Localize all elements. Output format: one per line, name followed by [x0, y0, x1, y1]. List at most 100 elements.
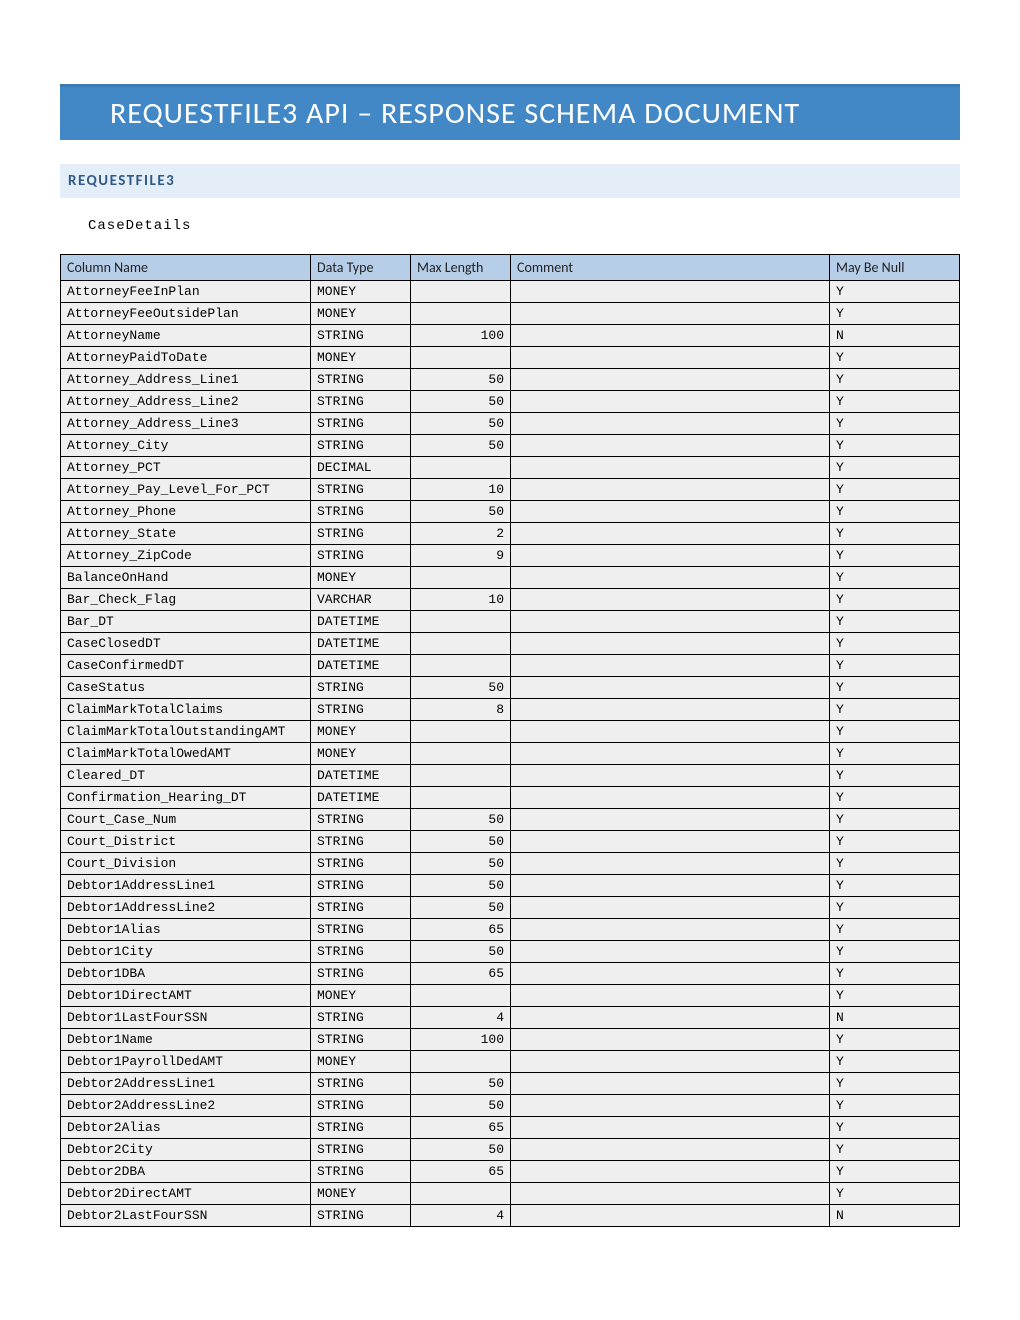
cell-data-type: DATETIME [311, 633, 411, 655]
cell-comment [511, 281, 830, 303]
table-row: Attorney_Address_Line2STRING50Y [61, 391, 960, 413]
table-row: Debtor1LastFourSSNSTRING4N [61, 1007, 960, 1029]
cell-max-length [411, 457, 511, 479]
cell-comment [511, 457, 830, 479]
cell-max-length [411, 633, 511, 655]
cell-data-type: MONEY [311, 347, 411, 369]
cell-data-type: MONEY [311, 1183, 411, 1205]
cell-comment [511, 1183, 830, 1205]
cell-may-be-null: Y [830, 721, 960, 743]
cell-column-name: Cleared_DT [61, 765, 311, 787]
cell-comment [511, 1117, 830, 1139]
table-row: Attorney_StateSTRING2Y [61, 523, 960, 545]
cell-may-be-null: Y [830, 457, 960, 479]
cell-column-name: Attorney_Address_Line1 [61, 369, 311, 391]
cell-max-length: 65 [411, 919, 511, 941]
cell-data-type: STRING [311, 1139, 411, 1161]
cell-max-length [411, 1183, 511, 1205]
cell-column-name: AttorneyFeeInPlan [61, 281, 311, 303]
table-row: Debtor1CitySTRING50Y [61, 941, 960, 963]
cell-data-type: STRING [311, 1073, 411, 1095]
table-row: Cleared_DTDATETIME Y [61, 765, 960, 787]
cell-comment [511, 853, 830, 875]
cell-max-length [411, 985, 511, 1007]
table-row: Attorney_ZipCodeSTRING9Y [61, 545, 960, 567]
cell-comment [511, 479, 830, 501]
cell-may-be-null: Y [830, 677, 960, 699]
cell-column-name: Debtor1PayrollDedAMT [61, 1051, 311, 1073]
cell-comment [511, 1205, 830, 1227]
cell-data-type: DATETIME [311, 765, 411, 787]
cell-comment [511, 567, 830, 589]
cell-data-type: STRING [311, 897, 411, 919]
cell-comment [511, 875, 830, 897]
cell-may-be-null: Y [830, 1073, 960, 1095]
cell-data-type: STRING [311, 369, 411, 391]
cell-may-be-null: Y [830, 831, 960, 853]
cell-may-be-null: N [830, 1205, 960, 1227]
table-row: ClaimMarkTotalOwedAMTMONEYY [61, 743, 960, 765]
cell-column-name: CaseClosedDT [61, 633, 311, 655]
cell-comment [511, 831, 830, 853]
cell-comment [511, 1139, 830, 1161]
section-heading: REQUESTFILE3 [60, 164, 960, 198]
cell-comment [511, 721, 830, 743]
cell-comment [511, 501, 830, 523]
cell-may-be-null: Y [830, 523, 960, 545]
cell-may-be-null: Y [830, 611, 960, 633]
table-row: Debtor1AddressLine1STRING50Y [61, 875, 960, 897]
cell-data-type: STRING [311, 545, 411, 567]
cell-data-type: STRING [311, 699, 411, 721]
cell-data-type: STRING [311, 1161, 411, 1183]
table-row: AttorneyFeeOutsidePlanMONEYY [61, 303, 960, 325]
cell-may-be-null: Y [830, 853, 960, 875]
cell-max-length [411, 567, 511, 589]
cell-may-be-null: Y [830, 1095, 960, 1117]
cell-max-length: 50 [411, 941, 511, 963]
cell-may-be-null: Y [830, 281, 960, 303]
table-row: Court_DivisionSTRING50Y [61, 853, 960, 875]
cell-max-length: 50 [411, 1139, 511, 1161]
cell-column-name: Attorney_Address_Line3 [61, 413, 311, 435]
cell-column-name: Debtor1DirectAMT [61, 985, 311, 1007]
table-row: CaseConfirmedDTDATETIMEY [61, 655, 960, 677]
cell-may-be-null: Y [830, 699, 960, 721]
cell-data-type: DATETIME [311, 787, 411, 809]
cell-column-name: Debtor1Name [61, 1029, 311, 1051]
cell-data-type: DATETIME [311, 611, 411, 633]
cell-data-type: STRING [311, 501, 411, 523]
cell-comment [511, 391, 830, 413]
cell-max-length: 100 [411, 325, 511, 347]
cell-max-length [411, 655, 511, 677]
cell-comment [511, 655, 830, 677]
cell-data-type: STRING [311, 1117, 411, 1139]
table-row: Confirmation_Hearing_DTDATETIMEY [61, 787, 960, 809]
cell-column-name: Debtor1City [61, 941, 311, 963]
cell-may-be-null: Y [830, 897, 960, 919]
table-row: Debtor2DBASTRING65Y [61, 1161, 960, 1183]
table-row: Attorney_Address_Line1STRING50Y [61, 369, 960, 391]
cell-column-name: Court_Case_Num [61, 809, 311, 831]
cell-comment [511, 633, 830, 655]
cell-data-type: MONEY [311, 721, 411, 743]
cell-max-length: 50 [411, 831, 511, 853]
cell-may-be-null: Y [830, 765, 960, 787]
cell-comment [511, 809, 830, 831]
cell-column-name: Attorney_City [61, 435, 311, 457]
table-row: Debtor2AddressLine1STRING50Y [61, 1073, 960, 1095]
cell-column-name: Debtor1Alias [61, 919, 311, 941]
cell-data-type: STRING [311, 875, 411, 897]
cell-max-length: 10 [411, 479, 511, 501]
cell-may-be-null: N [830, 1007, 960, 1029]
cell-column-name: ClaimMarkTotalClaims [61, 699, 311, 721]
cell-comment [511, 1161, 830, 1183]
cell-data-type: MONEY [311, 567, 411, 589]
cell-column-name: Bar_Check_Flag [61, 589, 311, 611]
cell-max-length: 65 [411, 1161, 511, 1183]
cell-may-be-null: Y [830, 589, 960, 611]
cell-data-type: STRING [311, 1007, 411, 1029]
cell-column-name: Attorney_State [61, 523, 311, 545]
cell-data-type: STRING [311, 831, 411, 853]
cell-may-be-null: Y [830, 633, 960, 655]
cell-may-be-null: Y [830, 501, 960, 523]
